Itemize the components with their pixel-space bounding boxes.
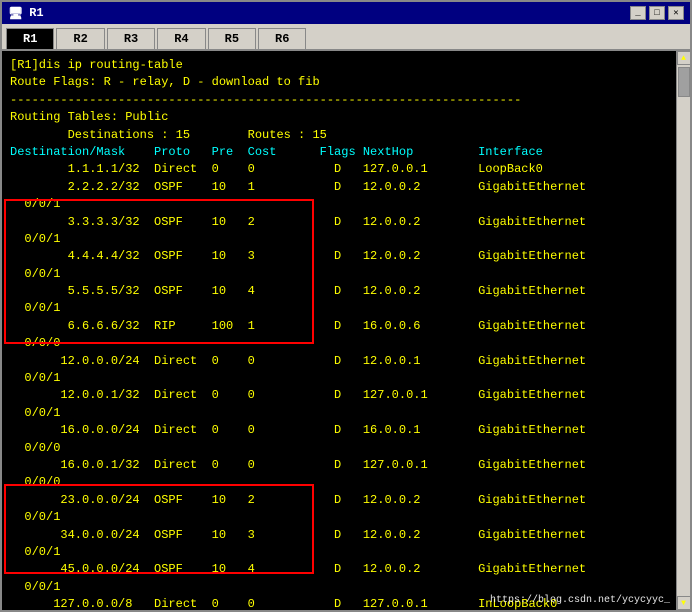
tab-r1[interactable]: R1 (6, 28, 54, 49)
route-34-net: 34.0.0.0/24 OSPF 10 3 D 12.0.0.2 Gigabit… (10, 527, 682, 544)
scroll-up-button[interactable]: ▲ (677, 51, 691, 65)
tab-bar: R1 R2 R3 R4 R5 R6 (2, 24, 690, 51)
route-2222: 2.2.2.2/32 OSPF 10 1 D 12.0.0.2 GigabitE… (10, 179, 682, 196)
scroll-thumb[interactable] (678, 67, 690, 97)
route-6666: 6.6.6.6/32 RIP 100 1 D 16.0.0.6 GigabitE… (10, 318, 682, 335)
route-23-net: 23.0.0.0/24 OSPF 10 2 D 12.0.0.2 Gigabit… (10, 492, 682, 509)
tab-r5[interactable]: R5 (208, 28, 256, 49)
route-23-net-iface: 0/0/1 (10, 509, 682, 526)
route-5555-iface: 0/0/1 (10, 300, 682, 317)
title-bar-left: 🖥 R1 (8, 6, 44, 21)
tab-r2[interactable]: R2 (56, 28, 104, 49)
main-window: 🖥 R1 _ □ ✕ R1 R2 R3 R4 R5 R6 [R1]dis ip … (0, 0, 692, 612)
title-bar: 🖥 R1 _ □ ✕ (2, 2, 690, 24)
route-3333: 3.3.3.3/32 OSPF 10 2 D 12.0.0.2 GigabitE… (10, 214, 682, 231)
tab-r6[interactable]: R6 (258, 28, 306, 49)
line-6: Destinations : 15 Routes : 15 (10, 127, 682, 144)
terminal-content: [R1]dis ip routing-table Route Flags: R … (2, 51, 690, 610)
minimize-button[interactable]: _ (630, 6, 646, 20)
route-34-net-iface: 0/0/1 (10, 544, 682, 561)
route-2222-iface: 0/0/1 (10, 196, 682, 213)
route-45-net-iface: 0/0/1 (10, 579, 682, 596)
tab-r4[interactable]: R4 (157, 28, 205, 49)
route-12-net-iface: 0/0/1 (10, 370, 682, 387)
route-4444: 4.4.4.4/32 OSPF 10 3 D 12.0.0.2 GigabitE… (10, 248, 682, 265)
scrollbar[interactable]: ▲ ▼ (676, 51, 690, 610)
route-3333-iface: 0/0/1 (10, 231, 682, 248)
line-2: Route Flags: R - relay, D - download to … (10, 74, 682, 91)
scroll-down-button[interactable]: ▼ (677, 596, 691, 610)
window-icon: 🖥 (8, 6, 23, 21)
route-16-net: 16.0.0.0/24 Direct 0 0 D 16.0.0.1 Gigabi… (10, 422, 682, 439)
route-4444-iface: 0/0/1 (10, 266, 682, 283)
route-16-net-iface: 0/0/0 (10, 440, 682, 457)
maximize-button[interactable]: □ (649, 6, 665, 20)
route-12-net: 12.0.0.0/24 Direct 0 0 D 12.0.0.1 Gigabi… (10, 353, 682, 370)
route-5555: 5.5.5.5/32 OSPF 10 4 D 12.0.0.2 GigabitE… (10, 283, 682, 300)
tab-r3[interactable]: R3 (107, 28, 155, 49)
title-bar-controls: _ □ ✕ (630, 6, 684, 20)
watermark: https://blog.csdn.net/ycycyyc_ (490, 595, 670, 606)
line-3: ----------------------------------------… (10, 92, 682, 109)
route-45-net: 45.0.0.0/24 OSPF 10 4 D 12.0.0.2 Gigabit… (10, 561, 682, 578)
route-16-host: 16.0.0.1/32 Direct 0 0 D 127.0.0.1 Gigab… (10, 457, 682, 474)
line-1: [R1]dis ip routing-table (10, 57, 682, 74)
route-12-host: 12.0.0.1/32 Direct 0 0 D 127.0.0.1 Gigab… (10, 387, 682, 404)
close-button[interactable]: ✕ (668, 6, 684, 20)
route-6666-iface: 0/0/0 (10, 335, 682, 352)
line-5: Routing Tables: Public (10, 109, 682, 126)
window-title: R1 (29, 6, 43, 20)
table-header: Destination/Mask Proto Pre Cost Flags Ne… (10, 144, 682, 161)
route-loopback1: 1.1.1.1/32 Direct 0 0 D 127.0.0.1 LoopBa… (10, 161, 682, 178)
route-12-host-iface: 0/0/1 (10, 405, 682, 422)
route-16-host-iface: 0/0/0 (10, 474, 682, 491)
terminal-output: [R1]dis ip routing-table Route Flags: R … (10, 57, 682, 610)
